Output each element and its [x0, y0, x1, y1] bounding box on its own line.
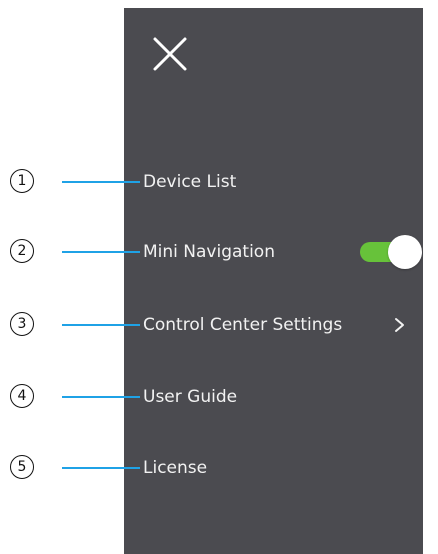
callout-line: [62, 324, 140, 326]
callout-number: 2: [10, 239, 34, 263]
callout-3: 3: [10, 309, 140, 339]
close-icon[interactable]: [152, 36, 188, 72]
toggle-knob: [388, 235, 422, 269]
menu-item-label: Control Center Settings: [143, 315, 343, 335]
callout-number: 3: [10, 312, 34, 336]
callout-5: 5: [10, 452, 140, 482]
callout-2: 2: [10, 236, 140, 266]
menu-item-mini-navigation[interactable]: Mini Navigation: [124, 232, 423, 272]
menu-item-user-guide[interactable]: User Guide: [124, 377, 423, 417]
callout-4: 4: [10, 381, 140, 411]
menu-item-label: User Guide: [143, 387, 238, 407]
menu-item-device-list[interactable]: Device List: [124, 162, 423, 202]
callout-line: [62, 181, 140, 183]
menu-item-label: License: [143, 458, 208, 478]
callout-line: [62, 251, 140, 253]
menu-item-label: Mini Navigation: [143, 242, 275, 262]
callout-number: 5: [10, 455, 34, 479]
menu-item-license[interactable]: License: [124, 448, 423, 488]
menu-item-control-center-settings[interactable]: Control Center Settings: [124, 305, 423, 345]
mini-navigation-toggle[interactable]: [360, 235, 422, 269]
menu-item-label: Device List: [143, 172, 237, 192]
callout-line: [62, 467, 140, 469]
chevron-right-icon: [393, 317, 407, 333]
screen: Device List Mini Navigation Control Cent…: [0, 0, 438, 554]
callout-1: 1: [10, 166, 140, 196]
callout-number: 4: [10, 384, 34, 408]
callout-line: [62, 396, 140, 398]
callout-number: 1: [10, 169, 34, 193]
